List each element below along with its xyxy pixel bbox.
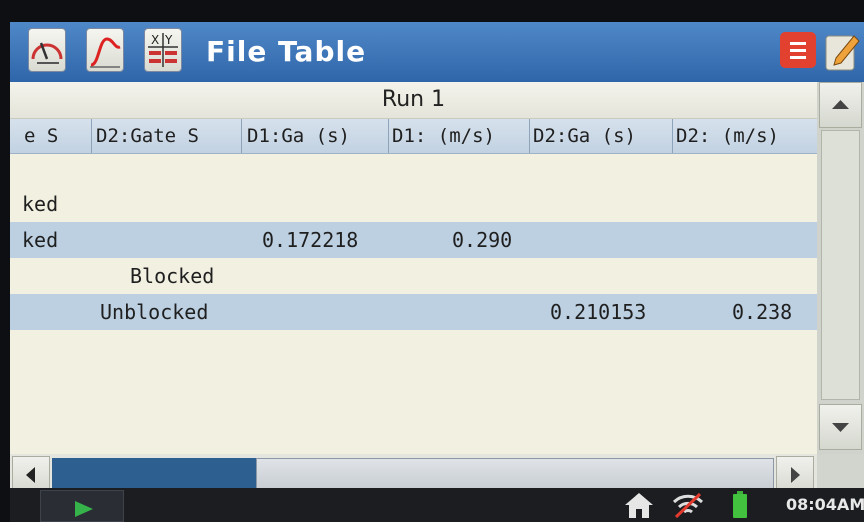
- svg-text:X: X: [151, 33, 159, 47]
- vertical-scroll-thumb[interactable]: [821, 130, 860, 400]
- table-cell: ked: [22, 192, 59, 216]
- column-header[interactable]: D2:Ga (s): [531, 119, 673, 153]
- menu-button[interactable]: [780, 32, 816, 68]
- scroll-up-button[interactable]: [819, 82, 862, 128]
- table-cell: 0.238: [732, 300, 793, 324]
- table-cell: 0.290: [452, 228, 513, 252]
- graph-icon[interactable]: [86, 28, 124, 72]
- clock: 08:04AM: [786, 495, 864, 514]
- home-icon[interactable]: [622, 490, 656, 522]
- app-screen: X Y File Table Run 1 e S D2:Gate S D1:Ga…: [10, 22, 864, 522]
- column-header-row: e S D2:Gate S D1:Ga (s) D1: (m/s) D2:Ga …: [10, 119, 817, 154]
- column-header[interactable]: D2:Gate S: [94, 119, 242, 153]
- table-row[interactable]: Blocked: [10, 258, 817, 294]
- table-icon[interactable]: X Y: [144, 28, 182, 72]
- play-button[interactable]: [40, 490, 124, 522]
- vertical-scrollbar[interactable]: [817, 82, 864, 454]
- table-cell: Unblocked: [100, 300, 209, 324]
- table-cell: 0.210153: [550, 300, 647, 324]
- wifi-off-icon: [670, 490, 706, 522]
- gauge-icon[interactable]: [28, 28, 66, 72]
- table-row[interactable]: Unblocked 0.210153 0.238: [10, 294, 817, 330]
- status-bar: 08:04AM: [10, 488, 864, 522]
- notebook-icon[interactable]: [822, 28, 862, 74]
- run-header: Run 1: [10, 82, 817, 119]
- table-cell: Blocked: [130, 264, 215, 288]
- table-row[interactable]: ked: [10, 186, 817, 222]
- data-table: Run 1 e S D2:Gate S D1:Ga (s) D1: (m/s) …: [10, 82, 817, 454]
- table-cell: ked: [22, 228, 59, 252]
- horizontal-scroll-track[interactable]: [52, 458, 774, 492]
- column-header[interactable]: D2: (m/s): [674, 119, 817, 153]
- table-cell: 0.172218: [262, 228, 359, 252]
- table-row[interactable]: ked 0.172218 0.290: [10, 222, 817, 258]
- column-header[interactable]: e S: [10, 119, 92, 153]
- scroll-down-button[interactable]: [819, 404, 862, 450]
- svg-text:Y: Y: [164, 33, 173, 47]
- battery-icon: [732, 490, 748, 522]
- column-header[interactable]: D1: (m/s): [390, 119, 530, 153]
- title-bar: X Y File Table: [10, 22, 864, 82]
- page-title: File Table: [206, 35, 367, 68]
- horizontal-scroll-thumb[interactable]: [256, 458, 774, 492]
- column-header[interactable]: D1:Ga (s): [243, 119, 389, 153]
